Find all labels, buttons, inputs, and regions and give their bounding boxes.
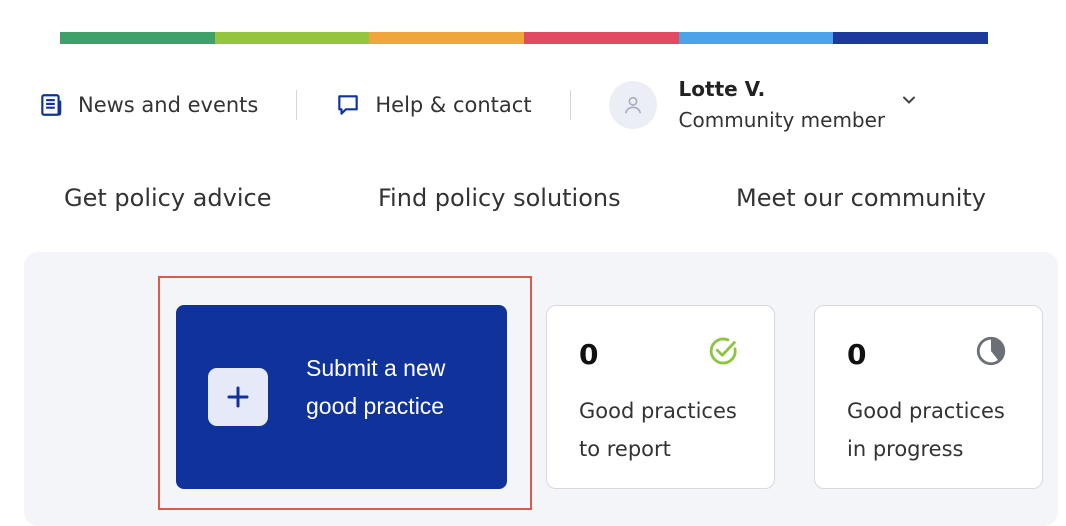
submit-button-label: Submit a new good practice (306, 349, 496, 425)
nav-item-find-policy-solutions[interactable]: Find policy solutions (378, 184, 621, 212)
color-bar-segment (214, 32, 370, 44)
stat-label: Good practices in progress (847, 392, 1005, 468)
submit-good-practice-button[interactable]: Submit a new good practice (176, 305, 507, 489)
color-bar-segment (524, 32, 679, 44)
newspaper-icon (41, 94, 62, 116)
stat-value: 0 (579, 338, 599, 371)
user-menu[interactable]: Lotte V. Community member (608, 74, 920, 136)
pie-progress-icon (976, 336, 1006, 366)
news-and-events-link[interactable]: News and events (38, 92, 258, 118)
color-bar-segment (833, 32, 989, 44)
nav-item-get-policy-advice[interactable]: Get policy advice (64, 184, 271, 212)
stat-label-line2: to report (579, 437, 671, 461)
avatar (608, 81, 657, 129)
submit-label-line1: Submit a new (306, 355, 446, 381)
color-bar-segment (60, 32, 215, 44)
plus-icon (227, 386, 249, 408)
check-circle-icon (709, 337, 737, 365)
stat-card-in-progress[interactable]: 0 Good practices in progress (814, 305, 1043, 489)
stat-label-line1: Good practices (579, 399, 737, 423)
user-role: Community member (678, 108, 886, 132)
news-and-events-label: News and events (78, 93, 259, 117)
divider (296, 90, 298, 120)
plus-icon-box (208, 368, 268, 426)
chat-bubble-icon (338, 95, 359, 115)
submit-label-line2: good practice (306, 393, 445, 419)
top-utility-bar: News and events Help & contact Lotte V. … (38, 72, 998, 138)
user-name: Lotte V. (678, 77, 766, 101)
stat-card-to-report[interactable]: 0 Good practices to report (546, 305, 775, 489)
user-info: Lotte V. Community member (679, 74, 886, 136)
nav-item-meet-our-community[interactable]: Meet our community (736, 184, 986, 212)
help-and-contact-label: Help & contact (375, 93, 532, 117)
stat-label-line1: Good practices (847, 399, 1005, 423)
brand-color-bar (60, 32, 989, 44)
stat-label-line2: in progress (847, 437, 964, 461)
stat-label: Good practices to report (579, 392, 737, 468)
chevron-down-icon[interactable] (899, 90, 919, 110)
divider (569, 90, 571, 120)
color-bar-segment (678, 32, 834, 44)
stat-value: 0 (847, 338, 867, 371)
help-and-contact-link[interactable]: Help & contact (335, 92, 532, 118)
main-navigation: Get policy advice Find policy solutions … (0, 184, 1066, 224)
user-icon (624, 96, 641, 114)
color-bar-segment (369, 32, 525, 44)
